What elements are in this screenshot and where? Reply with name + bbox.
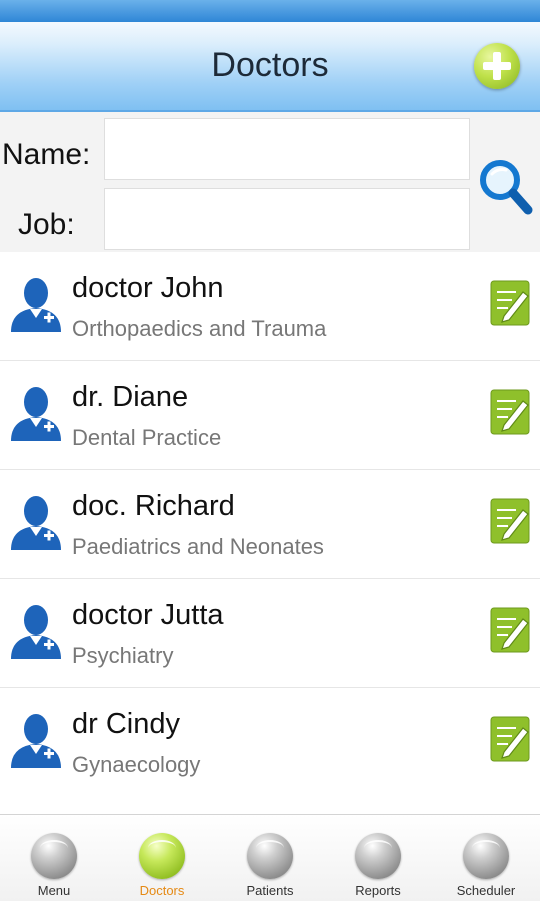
nav-item-scheduler[interactable]: Scheduler (432, 815, 540, 901)
doctors-ball-icon (139, 833, 185, 879)
search-button[interactable] (476, 150, 536, 224)
doctor-name: dr Cindy (72, 708, 180, 740)
nav-label: Menu (37, 883, 71, 898)
title-bar: Doctors (0, 22, 540, 112)
doctor-name: doc. Richard (72, 490, 235, 522)
list-item[interactable]: dr. Diane Dental Practice (0, 361, 540, 470)
search-panel: Name: Job: (0, 112, 540, 252)
doctor-job: Paediatrics and Neonates (72, 534, 324, 559)
doctor-list: doctor John Orthopaedics and Trauma dr. … (0, 252, 540, 796)
edit-icon[interactable] (490, 716, 532, 762)
job-label: Job: (18, 208, 75, 241)
name-input[interactable] (104, 118, 470, 180)
patients-ball-icon (247, 833, 293, 879)
list-item[interactable]: dr Cindy Gynaecology (0, 688, 540, 796)
doctor-job: Gynaecology (72, 752, 201, 777)
doctor-job: Orthopaedics and Trauma (72, 316, 327, 341)
doctor-icon (11, 605, 61, 659)
scheduler-ball-icon (463, 833, 509, 879)
doctor-name: doctor John (72, 272, 224, 304)
nav-label: Patients (246, 883, 294, 898)
page-title: Doctors (211, 46, 329, 84)
doctor-job: Dental Practice (72, 425, 222, 450)
nav-item-doctors[interactable]: Doctors (108, 815, 216, 901)
search-icon (480, 160, 533, 215)
nav-item-menu[interactable]: Menu (0, 815, 108, 901)
list-item[interactable]: doctor Jutta Psychiatry (0, 579, 540, 688)
list-item[interactable]: doctor John Orthopaedics and Trauma (0, 252, 540, 361)
doctor-icon (11, 278, 61, 332)
status-bar (0, 0, 540, 23)
nav-item-patients[interactable]: Patients (216, 815, 324, 901)
doctor-icon (11, 496, 61, 550)
nav-label: Scheduler (456, 883, 516, 898)
doctor-icon (11, 714, 61, 768)
doctor-icon (11, 387, 61, 441)
job-input[interactable] (104, 188, 470, 250)
doctor-name: dr. Diane (72, 381, 189, 413)
add-doctor-button[interactable] (474, 43, 520, 89)
bottom-nav: Menu Doctors Patients Reports Scheduler (0, 814, 540, 901)
menu-ball-icon (31, 833, 77, 879)
nav-item-reports[interactable]: Reports (324, 815, 432, 901)
edit-icon[interactable] (490, 607, 532, 653)
edit-icon[interactable] (490, 498, 532, 544)
nav-label: Reports (355, 883, 401, 898)
doctor-name: doctor Jutta (72, 599, 224, 631)
reports-ball-icon (355, 833, 401, 879)
doctor-job: Psychiatry (72, 643, 174, 668)
nav-label: Doctors (139, 883, 185, 898)
name-label: Name: (2, 138, 91, 171)
edit-icon[interactable] (490, 389, 532, 435)
edit-icon[interactable] (490, 280, 532, 326)
list-item[interactable]: doc. Richard Paediatrics and Neonates (0, 470, 540, 579)
